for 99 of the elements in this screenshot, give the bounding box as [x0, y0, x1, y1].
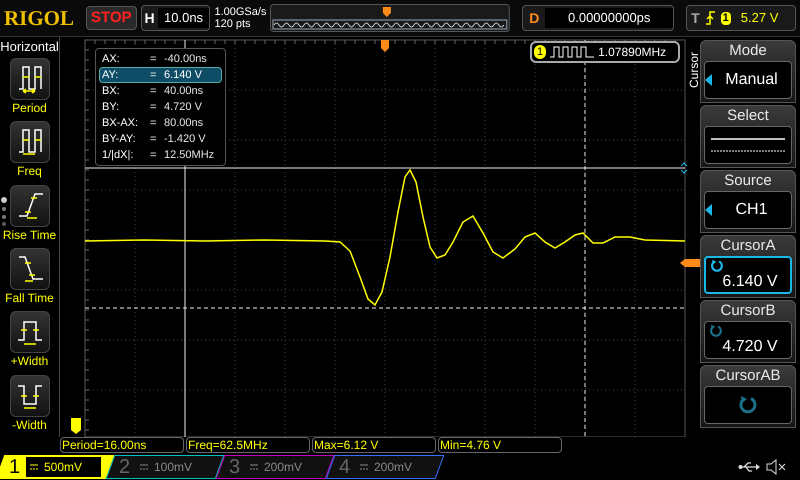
line-style-icon [711, 137, 785, 153]
channel-number: 3 [229, 456, 240, 478]
measure-label: Period [12, 100, 47, 116]
channel-number: 4 [339, 456, 350, 478]
softkey-button[interactable]: CursorA 6.140 V [700, 235, 796, 298]
readout-label: BX: [102, 84, 121, 98]
measure-label: Fall Time [5, 290, 54, 306]
softkey-button[interactable]: CursorB 4.720 V [700, 300, 796, 363]
readout-label: BX-AX: [102, 116, 140, 130]
run-state-indicator: STOP [86, 6, 137, 30]
softkey-button[interactable]: Source CH1 [700, 170, 796, 233]
channel-number: 1 [9, 456, 20, 478]
measure-button[interactable] [10, 248, 50, 290]
dc-coupling-icon [360, 464, 368, 470]
measure-label: Freq [17, 163, 42, 180]
softkey-label: CursorAB [715, 366, 781, 386]
channel-number: 2 [119, 456, 130, 478]
left-arrow-icon [705, 74, 712, 86]
measure-button[interactable] [10, 58, 50, 100]
measurement-readout: Max=6.12 V [312, 437, 436, 453]
rising-edge-icon [706, 11, 715, 25]
timebase-label: H [144, 8, 156, 28]
softkey-label: CursorA [720, 236, 776, 256]
delay-label: D [528, 8, 540, 28]
measure-button[interactable] [10, 311, 50, 354]
measure-label: +Width [10, 353, 48, 370]
menu-title: Horizontal [0, 38, 59, 56]
measurement-readout: Min=4.76 V [438, 437, 562, 453]
usb-icon [738, 460, 760, 472]
left-arrow-icon [705, 204, 712, 216]
dc-coupling-icon [250, 464, 258, 470]
trigger-level-marker [680, 162, 688, 174]
readout-value: 40.00ns [164, 84, 204, 98]
channel-scale: 200mV [374, 458, 412, 476]
readout-equals: = [150, 148, 158, 162]
timebase-value: 10.0ns [158, 8, 210, 28]
menu-value: Manual [724, 70, 779, 90]
measurement-readout: Period=16.00ns [60, 437, 184, 453]
readout-value: 4.720 V [164, 100, 202, 114]
measure-button[interactable] [10, 184, 50, 227]
trigger-label: T [691, 8, 700, 28]
readout-label: BY: [102, 100, 120, 114]
readout-value: 6.140 V [164, 68, 202, 82]
softkey-label: Source [724, 171, 772, 191]
measurement-readout: Freq=62.5MHz [186, 437, 310, 453]
square-wave-icon [550, 46, 594, 58]
trigger-position-marker [381, 40, 389, 52]
softkey-label: CursorB [720, 301, 776, 321]
sample-rate: 1.00GSa/s [214, 6, 266, 18]
menu-value: CH1 [734, 200, 768, 220]
rotate-knob-icon [738, 395, 758, 415]
readout-label: AY: [102, 68, 120, 82]
readout-value: 12.50MHz [164, 148, 214, 162]
channel-offset-marker [680, 259, 700, 267]
ch1-ground-marker [71, 418, 81, 434]
softkey-label: Mode [729, 41, 767, 61]
mute-speaker-icon [766, 458, 786, 474]
readout-value: -40.00ns [164, 52, 207, 66]
readout-value: 80.00ns [164, 116, 204, 130]
readout-equals: = [150, 100, 158, 114]
dc-coupling-icon [140, 464, 148, 470]
readout-equals: = [150, 52, 158, 66]
dc-coupling-icon [30, 464, 38, 470]
softkey-button[interactable]: CursorAB [700, 365, 796, 428]
trigger-level: 5.27 V [740, 9, 778, 28]
channel-tab[interactable]: 1 500mV [0, 454, 114, 478]
rotate-knob-icon [710, 259, 724, 273]
readout-equals: = [150, 116, 158, 130]
measure-button[interactable] [10, 121, 50, 164]
readout-value: -1.420 V [164, 132, 206, 146]
channel-scale: 200mV [264, 458, 302, 476]
readout-equals: = [150, 68, 158, 82]
channel-tab[interactable]: 2 100mV [106, 454, 224, 478]
channel-tab[interactable]: 4 200mV [326, 454, 444, 478]
readout-label: AX: [102, 52, 121, 66]
menu-tab-label: Cursor [686, 51, 702, 90]
menu-value: 6.140 V [721, 273, 779, 291]
channel-tab[interactable]: 3 200mV [216, 454, 334, 478]
softkey-label: Select [727, 106, 769, 126]
menu-value: 4.720 V [721, 338, 779, 356]
channel-scale: 100mV [154, 458, 192, 476]
softkey-button[interactable]: Mode Manual [700, 40, 796, 103]
measure-label: Rise Time [2, 226, 56, 243]
readout-label: BY-AY: [102, 132, 137, 146]
memory-depth: 120 pts [214, 18, 252, 30]
readout-equals: = [150, 84, 158, 98]
readout-label: 1/|dX|: [102, 148, 134, 162]
channel-scale: 500mV [44, 458, 82, 476]
brand-logo: RIGOL [4, 5, 76, 31]
channel-badge: 1 [534, 45, 546, 59]
rotate-knob-icon [709, 324, 723, 338]
delay-value: 0.00000000ps [545, 8, 674, 28]
page-indicator-icon [1, 197, 7, 227]
measure-button[interactable] [10, 374, 50, 417]
measure-label: -Width [12, 416, 47, 433]
readout-equals: = [150, 132, 158, 146]
trigger-source-badge: 1 [720, 12, 731, 24]
softkey-button[interactable]: Select [700, 105, 796, 168]
counter-value: 1.07890MHz [598, 44, 666, 61]
